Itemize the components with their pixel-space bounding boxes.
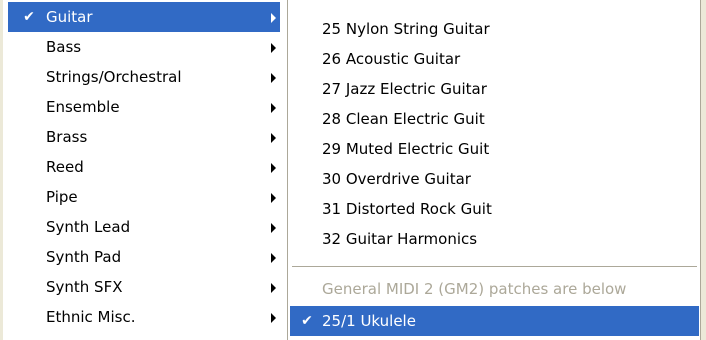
patch-label: 26 Acoustic Guitar — [322, 50, 461, 68]
patch-item-25[interactable]: 25 Nylon String Guitar — [290, 14, 699, 44]
menu-item-label: Guitar — [46, 8, 93, 26]
menu-item-label: Ethnic Misc. — [46, 308, 136, 326]
guitar-patch-submenu: 25 Nylon String Guitar 26 Acoustic Guita… — [287, 0, 701, 340]
menu-item-label: Synth Lead — [46, 218, 131, 236]
patch-item-32[interactable]: 32 Guitar Harmonics — [290, 224, 699, 254]
menu-item-brass[interactable]: Brass — [8, 122, 280, 152]
patch-label: 25/1 Ukulele — [322, 312, 416, 330]
menu-item-strings-orchestral[interactable]: Strings/Orchestral — [8, 62, 280, 92]
patch-item-25-1-ukulele[interactable]: ✔ 25/1 Ukulele — [290, 306, 699, 336]
menu-item-reed[interactable]: Reed — [8, 152, 280, 182]
checkmark-icon: ✔ — [23, 9, 35, 25]
menu-item-label: Synth Pad — [46, 248, 122, 266]
patch-label: 29 Muted Electric Guit — [322, 140, 490, 158]
menu-item-label: Synth SFX — [46, 278, 123, 296]
menu-item-label: Brass — [46, 128, 88, 146]
patch-label: 27 Jazz Electric Guitar — [322, 80, 487, 98]
submenu-arrow-icon — [271, 283, 276, 293]
patch-label: 31 Distorted Rock Guit — [322, 200, 492, 218]
menu-item-bass[interactable]: Bass — [8, 32, 280, 62]
checkmark-icon: ✔ — [301, 313, 313, 329]
submenu-arrow-icon — [271, 223, 276, 233]
submenu-arrow-icon — [271, 163, 276, 173]
submenu-arrow-icon — [271, 73, 276, 83]
patch-label: 25 Nylon String Guitar — [322, 20, 490, 38]
patch-item-26[interactable]: 26 Acoustic Guitar — [290, 44, 699, 74]
menu-separator — [292, 266, 697, 268]
menu-item-label: Reed — [46, 158, 84, 176]
patch-item-30[interactable]: 30 Overdrive Guitar — [290, 164, 699, 194]
submenu-arrow-icon — [271, 253, 276, 263]
submenu-arrow-icon — [271, 133, 276, 143]
patch-label: 32 Guitar Harmonics — [322, 230, 478, 248]
patch-item-31[interactable]: 31 Distorted Rock Guit — [290, 194, 699, 224]
menu-shadow-edge — [700, 0, 706, 340]
gm2-header-label: General MIDI 2 (GM2) patches are below — [322, 280, 627, 298]
menu-item-ethnic-misc[interactable]: Ethnic Misc. — [8, 302, 280, 332]
menu-item-pipe[interactable]: Pipe — [8, 182, 280, 212]
submenu-arrow-icon — [271, 103, 276, 113]
menu-item-guitar[interactable]: ✔ Guitar — [8, 2, 280, 32]
gm2-section-header: General MIDI 2 (GM2) patches are below — [290, 274, 699, 304]
menu-item-ensemble[interactable]: Ensemble — [8, 92, 280, 122]
menu-item-synth-lead[interactable]: Synth Lead — [8, 212, 280, 242]
menu-item-label: Ensemble — [46, 98, 120, 116]
submenu-arrow-icon — [271, 13, 276, 23]
menu-item-label: Strings/Orchestral — [46, 68, 182, 86]
patch-item-29[interactable]: 29 Muted Electric Guit — [290, 134, 699, 164]
menu-item-synth-sfx[interactable]: Synth SFX — [8, 272, 280, 302]
patch-item-27[interactable]: 27 Jazz Electric Guitar — [290, 74, 699, 104]
instrument-category-menu: ✔ Guitar Bass Strings/Orchestral Ensembl… — [0, 0, 287, 340]
menu-item-label: Bass — [46, 38, 82, 56]
patch-item-28[interactable]: 28 Clean Electric Guit — [290, 104, 699, 134]
submenu-arrow-icon — [271, 313, 276, 323]
submenu-arrow-icon — [271, 43, 276, 53]
submenu-arrow-icon — [271, 193, 276, 203]
menu-item-label: Pipe — [46, 188, 78, 206]
patch-label: 30 Overdrive Guitar — [322, 170, 471, 188]
patch-label: 28 Clean Electric Guit — [322, 110, 485, 128]
menu-item-synth-pad[interactable]: Synth Pad — [8, 242, 280, 272]
